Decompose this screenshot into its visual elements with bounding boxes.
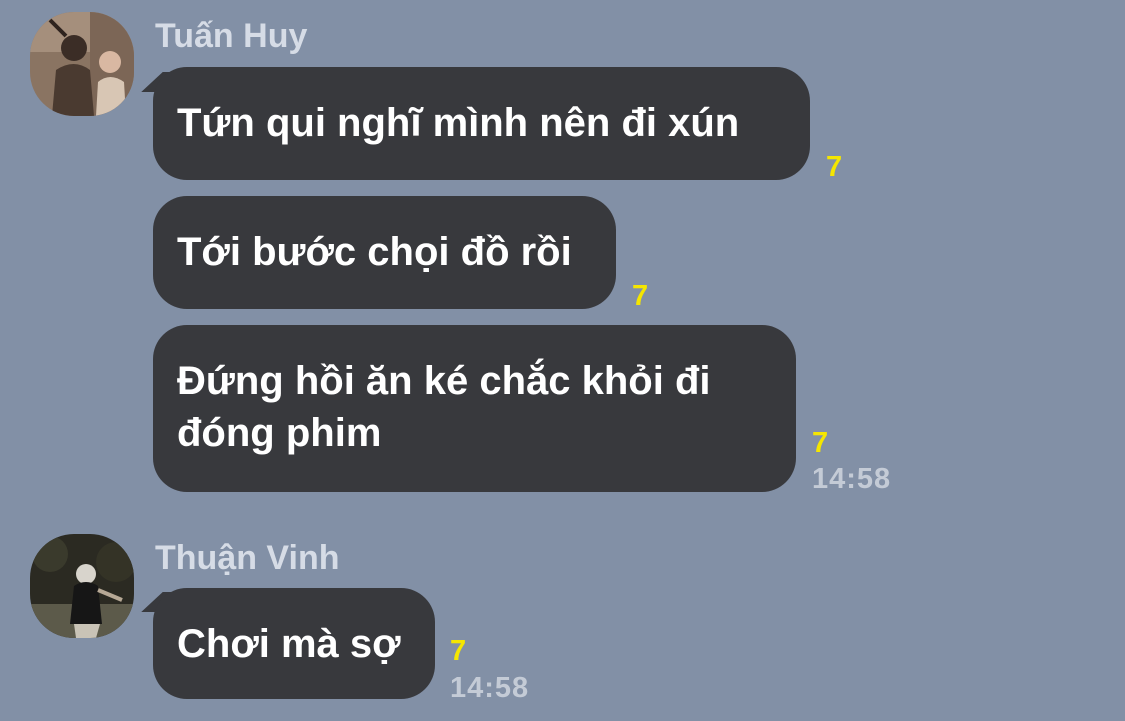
sender-name: Thuận Vinh [155,539,340,577]
message-text-line: Đứng hồi ăn ké chắc khỏi đi [177,359,711,403]
message-bubble[interactable]: Chơi mà sợ [153,588,435,699]
read-count: 7 [450,635,467,667]
message-timestamp: 14:58 [450,672,530,704]
read-count: 7 [812,427,829,459]
message-text-line: đóng phim [177,411,382,455]
avatar-tuan-huy[interactable] [30,12,134,116]
read-count: 7 [826,151,843,183]
message-text: Chơi mà sợ [177,622,401,666]
avatar-photo-icon [30,534,134,638]
message-timestamp: 14:58 [812,463,892,495]
message-text: Tứn qui nghĩ mình nên đi xún [177,101,740,145]
avatar-photo-icon [30,12,134,116]
message-bubble[interactable]: Tứn qui nghĩ mình nên đi xún [153,67,810,180]
message-bubble[interactable]: Đứng hồi ăn ké chắc khỏi đi đóng phim [153,325,796,492]
message-text: Tới bước chọi đồ rồi [177,230,572,274]
sender-name: Tuấn Huy [155,17,308,55]
message-bubble[interactable]: Tới bước chọi đồ rồi [153,196,616,309]
avatar-thuan-vinh[interactable] [30,534,134,638]
read-count: 7 [632,280,649,312]
